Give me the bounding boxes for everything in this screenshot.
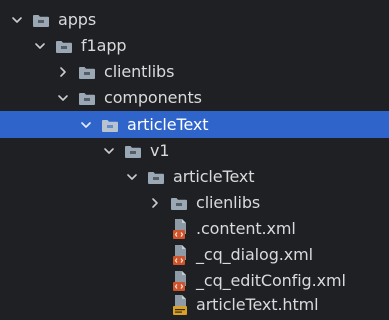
xml-file-icon: [172, 270, 188, 292]
tree-item-v1[interactable]: v1: [0, 138, 389, 164]
tree-item-components[interactable]: components: [0, 85, 389, 111]
folder-icon: [32, 13, 50, 27]
tree-item-articletext-selected[interactable]: articleText: [0, 111, 389, 138]
tree-item-clienlibs[interactable]: clienlibs: [0, 190, 389, 216]
tree-item-cq-dialog-xml[interactable]: _cq_dialog.xml: [0, 242, 389, 268]
xml-file-icon: [172, 218, 188, 240]
chevron-down-icon[interactable]: [125, 170, 139, 184]
tree-item-clientlibs[interactable]: clientlibs: [0, 59, 389, 85]
tree-item-f1app[interactable]: f1app: [0, 33, 389, 59]
chevron-down-icon[interactable]: [79, 118, 93, 132]
tree-item-label: articleText: [127, 114, 209, 134]
html-file-icon: [172, 294, 188, 316]
tree-item-label: apps: [58, 10, 97, 29]
chevron-right-icon[interactable]: [148, 196, 162, 210]
tree-item-apps[interactable]: apps: [0, 7, 389, 33]
project-tree: apps f1app clientlibs components article…: [0, 0, 389, 317]
folder-icon: [55, 39, 73, 53]
tree-item-articletext-html[interactable]: articleText.html: [0, 292, 389, 318]
tree-item-label: _cq_editConfig.xml: [196, 271, 346, 290]
tree-item-label: articleText: [173, 167, 255, 186]
tree-item-label: .content.xml: [196, 219, 296, 238]
tree-item-label: articleText.html: [196, 295, 319, 314]
chevron-down-icon[interactable]: [10, 13, 24, 27]
folder-icon: [170, 196, 188, 210]
folder-icon: [147, 170, 165, 184]
folder-icon: [78, 65, 96, 79]
folder-icon: [78, 91, 96, 105]
chevron-right-icon[interactable]: [56, 65, 70, 79]
tree-item-label: components: [104, 88, 202, 107]
tree-item-articletext[interactable]: articleText: [0, 164, 389, 190]
tree-item-label: clienlibs: [196, 193, 261, 212]
folder-icon: [101, 118, 119, 132]
tree-item-cq-editconfig-xml[interactable]: _cq_editConfig.xml: [0, 268, 389, 294]
tree-item-label: _cq_dialog.xml: [196, 245, 313, 264]
tree-item-label: f1app: [81, 36, 127, 55]
tree-item-label: v1: [150, 141, 170, 160]
chevron-down-icon[interactable]: [33, 39, 47, 53]
folder-icon: [124, 144, 142, 158]
tree-item-content-xml[interactable]: .content.xml: [0, 216, 389, 242]
chevron-down-icon[interactable]: [102, 144, 116, 158]
chevron-down-icon[interactable]: [56, 91, 70, 105]
xml-file-icon: [172, 244, 188, 266]
tree-item-label: clientlibs: [104, 62, 175, 81]
